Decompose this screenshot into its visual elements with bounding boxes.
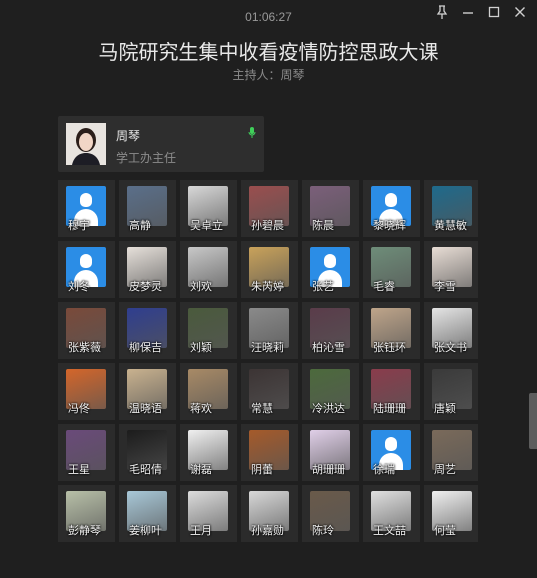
participant-tile[interactable]: 孙嘉勋 (241, 485, 298, 542)
participant-name: 王文喆 (373, 525, 406, 537)
participant-name: 何莹 (434, 525, 456, 537)
participant-name: 冯佟 (68, 403, 90, 415)
participant-tile[interactable]: 黄慧敏 (424, 180, 478, 237)
participant-tile[interactable]: 冷洪达 (302, 363, 359, 420)
microphone-icon[interactable] (248, 126, 256, 144)
participant-tile[interactable]: 刘欢 (180, 241, 237, 298)
participant-name: 周艺 (434, 464, 456, 476)
host-avatar (66, 123, 106, 165)
participant-tile[interactable]: 刘冬 (58, 241, 115, 298)
participant-tile[interactable]: 唐颖 (424, 363, 478, 420)
participant-tile[interactable]: 王月 (180, 485, 237, 542)
participant-name: 唐颖 (434, 403, 456, 415)
minimize-icon[interactable] (457, 4, 479, 20)
participant-tile[interactable]: 何莹 (424, 485, 478, 542)
participant-tile[interactable]: 张钰环 (363, 302, 420, 359)
host-name: 周琴 (116, 129, 141, 143)
participant-tile[interactable]: 张文书 (424, 302, 478, 359)
participant-name: 孙嘉勋 (251, 525, 284, 537)
participant-name: 胡珊珊 (312, 464, 345, 476)
participant-name: 王星 (68, 464, 90, 476)
participant-name: 张艺 (312, 281, 334, 293)
host-subtitle: 主持人：周琴 (232, 68, 305, 82)
participant-name: 彭静琴 (68, 525, 101, 537)
pin-icon[interactable] (431, 4, 453, 20)
participant-name: 刘冬 (68, 281, 90, 293)
participant-name: 毛睿 (373, 281, 395, 293)
participant-name: 毛昭倩 (129, 464, 162, 476)
participant-tile[interactable]: 胡珊珊 (302, 424, 359, 481)
meeting-title: 马院研究生集中收看疫情防控思政大课 (98, 42, 439, 64)
host-role: 学工办主任 (116, 151, 177, 165)
participant-name: 穆宇 (68, 220, 90, 232)
participant-tile[interactable]: 皮梦灵 (119, 241, 176, 298)
participant-tile[interactable]: 李雪 (424, 241, 478, 298)
participant-tile[interactable]: 姜柳叶 (119, 485, 176, 542)
participant-tile[interactable]: 谢磊 (180, 424, 237, 481)
participant-tile[interactable]: 阴蕾 (241, 424, 298, 481)
participant-name: 刘欢 (190, 281, 212, 293)
participant-tile[interactable]: 孙碧晨 (241, 180, 298, 237)
maximize-icon[interactable] (483, 4, 505, 20)
participant-name: 吴卓立 (190, 220, 223, 232)
participant-tile[interactable]: 王文喆 (363, 485, 420, 542)
participant-name: 高静 (129, 220, 151, 232)
participant-name: 王月 (190, 525, 212, 537)
participant-tile[interactable]: 汪晓莉 (241, 302, 298, 359)
participant-tile[interactable]: 陆珊珊 (363, 363, 420, 420)
side-panel-handle[interactable] (529, 393, 537, 449)
participant-tile[interactable]: 王星 (58, 424, 115, 481)
participant-grid: 穆宇 高静 吴卓立 孙碧晨 陈晨 黎晓辉 黄慧敏刘冬 皮梦灵 刘欢 朱芮婷 张艺 毛睿 李雪张紫薇 柳保吉… (58, 180, 478, 548)
participant-name: 陈晨 (312, 220, 334, 232)
participant-tile[interactable]: 穆宇 (58, 180, 115, 237)
participant-name: 刘颖 (190, 342, 212, 354)
participant-tile[interactable]: 陈玲 (302, 485, 359, 542)
window-controls (431, 4, 531, 20)
participant-tile[interactable]: 柏沁雪 (302, 302, 359, 359)
participant-tile[interactable]: 高静 (119, 180, 176, 237)
participant-name: 姜柳叶 (129, 525, 162, 537)
participant-tile[interactable]: 吴卓立 (180, 180, 237, 237)
participant-name: 皮梦灵 (129, 281, 162, 293)
participant-tile[interactable]: 毛睿 (363, 241, 420, 298)
participant-name: 阴蕾 (251, 464, 273, 476)
participant-tile[interactable]: 周艺 (424, 424, 478, 481)
participant-name: 陆珊珊 (373, 403, 406, 415)
participant-name: 柏沁雪 (312, 342, 345, 354)
participant-tile[interactable]: 黎晓辉 (363, 180, 420, 237)
participant-tile[interactable]: 柳保吉 (119, 302, 176, 359)
participant-name: 孙碧晨 (251, 220, 284, 232)
participant-name: 张钰环 (373, 342, 406, 354)
participant-tile[interactable]: 常慧 (241, 363, 298, 420)
participant-tile[interactable]: 温晓语 (119, 363, 176, 420)
participant-name: 张文书 (434, 342, 467, 354)
participant-name: 谢磊 (190, 464, 212, 476)
participant-tile[interactable]: 徐瑞 (363, 424, 420, 481)
close-icon[interactable] (509, 4, 531, 20)
participant-tile[interactable]: 毛昭倩 (119, 424, 176, 481)
participant-name: 温晓语 (129, 403, 162, 415)
host-card[interactable]: 周琴 学工办主任 (58, 116, 264, 172)
participant-name: 朱芮婷 (251, 281, 284, 293)
participant-name: 陈玲 (312, 525, 334, 537)
participant-name: 冷洪达 (312, 403, 345, 415)
participant-name: 徐瑞 (373, 464, 395, 476)
participant-tile[interactable]: 朱芮婷 (241, 241, 298, 298)
participant-name: 常慧 (251, 403, 273, 415)
participant-tile[interactable]: 张紫薇 (58, 302, 115, 359)
participant-name: 黎晓辉 (373, 220, 406, 232)
participant-tile[interactable]: 张艺 (302, 241, 359, 298)
participant-tile[interactable]: 陈晨 (302, 180, 359, 237)
participant-tile[interactable]: 蒋欢 (180, 363, 237, 420)
participant-name: 黄慧敏 (434, 220, 467, 232)
participant-tile[interactable]: 刘颖 (180, 302, 237, 359)
participant-tile[interactable]: 彭静琴 (58, 485, 115, 542)
participant-name: 李雪 (434, 281, 456, 293)
participant-name: 汪晓莉 (251, 342, 284, 354)
participant-name: 蒋欢 (190, 403, 212, 415)
participant-name: 柳保吉 (129, 342, 162, 354)
participant-name: 张紫薇 (68, 342, 101, 354)
participant-tile[interactable]: 冯佟 (58, 363, 115, 420)
